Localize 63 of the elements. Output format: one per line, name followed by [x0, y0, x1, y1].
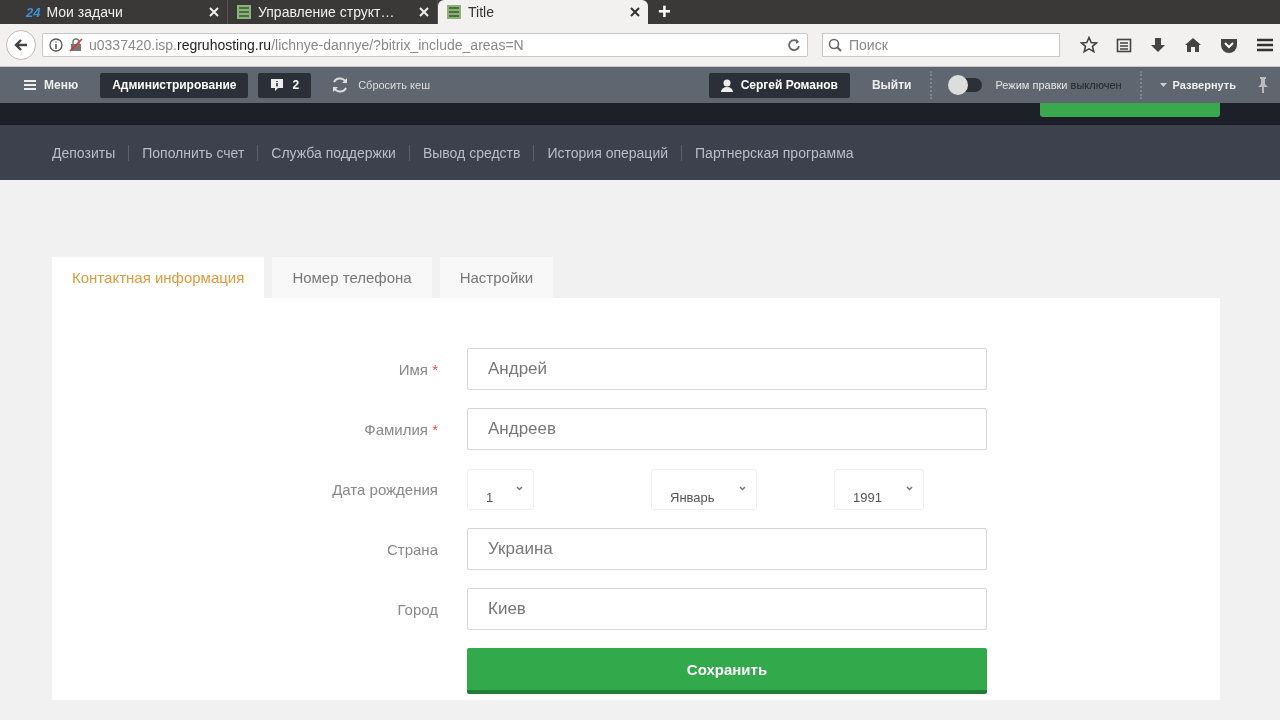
- favicon-text: 24: [26, 4, 41, 20]
- expand-button[interactable]: Развернуть: [1159, 79, 1236, 91]
- field-label: Имя *: [397, 360, 438, 378]
- nav-link[interactable]: Пополнить счет: [142, 144, 245, 161]
- crossed-lock-icon: [69, 38, 83, 52]
- form-tab[interactable]: Настройки: [439, 257, 554, 298]
- back-arrow-icon: [13, 37, 29, 53]
- edit-mode-toggle[interactable]: [949, 78, 982, 92]
- field-label: Город: [396, 600, 438, 618]
- chevron-down-icon: [739, 485, 746, 491]
- text-field[interactable]: Украина: [467, 528, 987, 570]
- favicon-icon: [236, 4, 252, 20]
- search-icon: [828, 38, 842, 52]
- field-label: Страна: [386, 540, 438, 558]
- close-icon[interactable]: [630, 7, 640, 17]
- text-field[interactable]: Киев: [467, 588, 987, 630]
- new-tab-button[interactable]: +: [648, 0, 681, 24]
- chevron-down-icon: [516, 485, 523, 491]
- nav-link[interactable]: Вывод средств: [422, 144, 521, 161]
- refresh-icon: [331, 76, 350, 94]
- field-label: Фамилия *: [363, 420, 438, 438]
- url-text: u0337420.isp.regruhosting.ru/lichnye-dannye/?bitrix_include_areas=N: [89, 37, 525, 53]
- nav-link[interactable]: История операций: [547, 144, 669, 161]
- date-select[interactable]: 1991: [834, 468, 924, 510]
- clear-cache-button[interactable]: Сбросить кеш: [331, 76, 430, 94]
- edit-mode-label: Режим правки выключен: [995, 79, 1122, 91]
- nav-link[interactable]: Партнерская программа: [695, 144, 854, 161]
- text-field[interactable]: Андреев: [467, 408, 987, 450]
- back-button[interactable]: [6, 30, 36, 60]
- date-select[interactable]: 1: [467, 468, 534, 510]
- address-bar[interactable]: u0337420.isp.regruhosting.ru/lichnye-dannye/?bitrix_include_areas=N: [42, 33, 808, 57]
- pin-icon[interactable]: [1258, 77, 1268, 93]
- menu-icon[interactable]: [1256, 37, 1274, 53]
- chevron-down-icon: [906, 485, 913, 491]
- comment-icon: [270, 78, 285, 92]
- info-icon: [49, 38, 63, 52]
- tab-title: Title: [468, 4, 495, 20]
- pocket-icon[interactable]: [1220, 37, 1238, 53]
- user-icon: [720, 78, 733, 92]
- save-button[interactable]: Сохранить: [467, 648, 987, 694]
- star-icon[interactable]: [1080, 36, 1098, 54]
- tab-title: Управление структ…: [258, 4, 396, 20]
- admin-button[interactable]: Администрирование: [100, 72, 249, 98]
- nav-link[interactable]: Служба поддержки: [271, 144, 396, 161]
- notifications-button[interactable]: 2: [258, 72, 312, 98]
- favicon-icon: [446, 4, 462, 20]
- form-tab[interactable]: Номер телефона: [272, 257, 432, 298]
- menu-button[interactable]: Меню: [24, 78, 79, 92]
- tab-title: Мои задачи: [46, 4, 124, 20]
- logout-link[interactable]: Выйти: [871, 78, 912, 92]
- nav-link[interactable]: Депозиты: [52, 144, 116, 161]
- date-select[interactable]: Январь: [651, 468, 757, 510]
- browser-tab[interactable]: Title: [438, 0, 648, 24]
- field-label: Дата рождения: [331, 480, 438, 498]
- user-button[interactable]: Сергей Романов: [708, 72, 850, 98]
- download-icon[interactable]: [1150, 37, 1166, 53]
- home-icon[interactable]: [1184, 37, 1202, 53]
- reload-icon[interactable]: [787, 38, 801, 52]
- reading-list-icon[interactable]: [1116, 37, 1132, 53]
- menu-icon: [24, 80, 36, 90]
- search-field[interactable]: Поиск: [822, 33, 1060, 57]
- caret-down-icon: [1159, 83, 1167, 87]
- text-field[interactable]: Андрей: [467, 348, 987, 390]
